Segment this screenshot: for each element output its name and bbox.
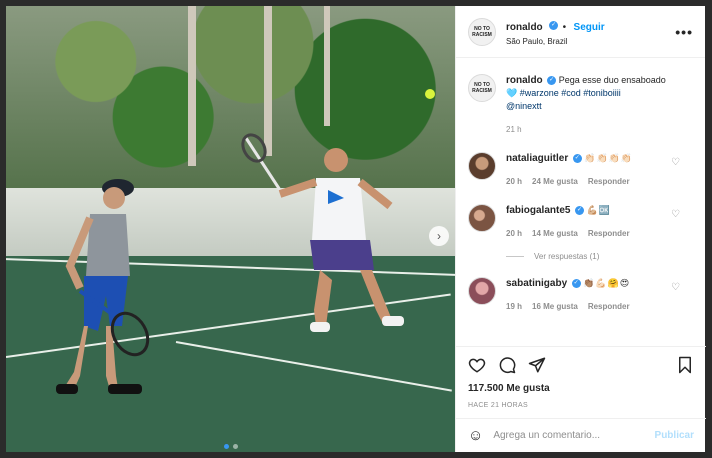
carousel-dots: [224, 444, 238, 449]
verified-badge-icon: ✓: [574, 206, 584, 216]
bookmark-icon[interactable]: [676, 356, 694, 374]
player-left: [56, 179, 150, 394]
tennis-ball: [425, 89, 435, 99]
comment-item: fabiogalante5 ✓ 💪🏼🆗 20 h 14 Me gusta Res…: [468, 204, 694, 240]
comment-username[interactable]: nataliaguitler: [506, 153, 568, 164]
divider: [506, 256, 524, 257]
verified-badge-icon: ✓: [549, 21, 559, 31]
avatar[interactable]: [468, 152, 496, 180]
avatar[interactable]: [468, 277, 496, 305]
comment-composer: ☺ Publicar: [456, 418, 706, 452]
reply-button[interactable]: Responder: [588, 175, 630, 188]
view-replies-button[interactable]: Ver respuestas (1): [506, 252, 694, 261]
tree-trunk: [324, 6, 330, 126]
post-photo: ›: [6, 6, 455, 452]
comment-icon[interactable]: [498, 356, 516, 374]
post-actions: 117.500 Me gusta HACE 21 HORAS: [456, 346, 706, 409]
comment-text: 💪🏼🆗: [586, 205, 611, 215]
comment-text: 👏🏻👏🏻👏🏻👏🏻: [584, 153, 634, 163]
heart-icon[interactable]: ♡: [671, 209, 680, 220]
heart-icon[interactable]: ♡: [671, 282, 680, 293]
more-options-icon[interactable]: •••: [675, 24, 693, 40]
tree-trunk: [188, 6, 196, 166]
location-link[interactable]: São Paulo, Brazil: [506, 37, 675, 46]
likes-count[interactable]: 117.500 Me gusta: [468, 383, 694, 394]
emoji-icon[interactable]: ☺: [468, 427, 483, 444]
comment-item: sabatinigaby ✓ 👏🏽💪🏻🤗😍 19 h 16 Me gusta R…: [468, 277, 694, 313]
avatar[interactable]: NO TO RACISM: [468, 17, 496, 46]
comment-time: 19 h: [506, 302, 523, 311]
comment-username[interactable]: fabiogalante5: [506, 205, 570, 216]
avatar[interactable]: NO TO RACISM: [468, 74, 496, 102]
comment-time: 20 h: [506, 229, 523, 238]
post-header: NO TO RACISM ronaldo ✓ • Seguir São Paul…: [456, 6, 705, 58]
verified-badge-icon: ✓: [572, 154, 582, 164]
comment-item: nataliaguitler ✓ 👏🏻👏🏻👏🏻👏🏻 20 h 24 Me gus…: [468, 152, 694, 188]
author-username[interactable]: ronaldo: [506, 22, 543, 33]
reply-button[interactable]: Responder: [588, 227, 630, 240]
view-replies-label: Ver respuestas (1): [534, 252, 600, 261]
caption: NO TO RACISM ronaldo ✓ Pega esse duo ens…: [468, 74, 694, 136]
carousel-dot: [233, 444, 238, 449]
comment-input[interactable]: [493, 430, 655, 441]
comment-likes[interactable]: 14 Me gusta: [532, 227, 578, 240]
follow-button[interactable]: Seguir: [574, 22, 605, 33]
heart-icon[interactable]: ♡: [671, 157, 680, 168]
caption-username[interactable]: ronaldo: [506, 75, 543, 86]
chevron-right-icon[interactable]: ›: [429, 226, 449, 246]
player-right: [241, 133, 404, 332]
avatar[interactable]: [468, 204, 496, 232]
reply-button[interactable]: Responder: [588, 300, 630, 313]
post-panel: NO TO RACISM ronaldo ✓ • Seguir São Paul…: [455, 6, 706, 452]
comment-likes[interactable]: 24 Me gusta: [532, 175, 578, 188]
publish-button[interactable]: Publicar: [655, 430, 694, 441]
verified-badge-icon: ✓: [571, 279, 581, 289]
comment-likes[interactable]: 16 Me gusta: [532, 300, 578, 313]
separator: •: [562, 22, 567, 33]
comment-username[interactable]: sabatinigaby: [506, 278, 567, 289]
verified-badge-icon: ✓: [547, 76, 557, 86]
comment-text: 👏🏽💪🏻🤗😍: [583, 278, 631, 288]
caption-text: Pega esse duo ensaboado: [558, 75, 666, 85]
comments-list: NO TO RACISM ronaldo ✓ Pega esse duo ens…: [456, 68, 706, 346]
share-icon[interactable]: [528, 356, 546, 374]
heart-icon[interactable]: [468, 356, 486, 374]
caption-hashtags[interactable]: 🩵 #warzone #cod #toniboiiii: [506, 88, 621, 98]
caption-time: 21 h: [506, 125, 522, 134]
post-timestamp: HACE 21 HORAS: [468, 402, 528, 409]
carousel-dot-active: [224, 444, 229, 449]
caption-mention[interactable]: @ninextt: [506, 101, 542, 111]
comment-time: 20 h: [506, 177, 523, 186]
